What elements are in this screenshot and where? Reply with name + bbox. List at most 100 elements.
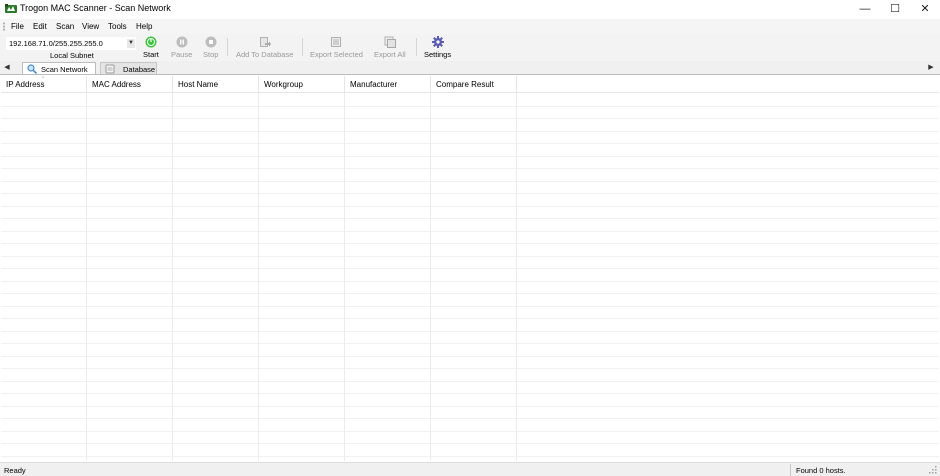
grid-line-row <box>1 168 939 169</box>
stop-label: Stop <box>203 50 219 59</box>
grid-line-row <box>1 205 939 207</box>
trogon-app-icon <box>5 4 17 14</box>
window-title: Trogon MAC Scanner - Scan Network <box>20 3 171 13</box>
export-all-button[interactable]: Export All <box>374 36 406 60</box>
export-selected-icon <box>330 36 342 48</box>
grid-line-row <box>1 318 939 319</box>
grid-line-row <box>1 255 939 257</box>
grid-line-row <box>1 230 939 232</box>
toolbar-separator <box>416 38 417 56</box>
column-host-name[interactable]: Host Name <box>173 76 259 93</box>
add-to-database-label: Add To Database <box>236 50 294 59</box>
column-workgroup[interactable]: Workgroup <box>259 76 345 93</box>
column-mac-address[interactable]: MAC Address <box>87 76 173 93</box>
menu-help[interactable]: Help <box>136 22 152 31</box>
status-separator <box>790 464 791 476</box>
tab-scroll-left-icon[interactable]: ◀ <box>2 63 12 73</box>
column-host-name-label: Host Name <box>178 80 219 89</box>
status-text: Ready <box>4 466 26 475</box>
pause-label: Pause <box>171 50 193 59</box>
export-selected-button[interactable]: Export Selected <box>310 36 363 60</box>
column-workgroup-label: Workgroup <box>264 80 303 89</box>
menu-scan[interactable]: Scan <box>56 22 74 31</box>
grid-line-row <box>1 243 939 244</box>
tab-scroll-right-icon[interactable]: ▶ <box>926 63 936 73</box>
column-manufacturer-label: Manufacturer <box>350 80 398 89</box>
add-database-icon <box>259 36 271 48</box>
grid-line-row <box>1 455 939 457</box>
grid-line-row <box>1 355 939 357</box>
column-compare-result[interactable]: Compare Result <box>431 76 517 93</box>
menu-grip-icon <box>3 22 5 31</box>
status-bar: Ready Found 0 hosts. <box>0 462 940 476</box>
grid-line-row <box>1 393 939 394</box>
resize-grip-icon[interactable] <box>928 465 938 475</box>
minimize-button[interactable]: — <box>850 0 880 17</box>
grid-line-row <box>1 418 939 419</box>
subnet-combo[interactable]: 192.168.71.0/255.255.255.0 ▼ <box>6 37 136 50</box>
grid-line-row <box>1 343 939 344</box>
stop-button[interactable]: Stop <box>203 36 218 60</box>
sort-caret-icon: ▽ <box>41 76 45 80</box>
export-selected-label: Export Selected <box>310 50 363 59</box>
stop-icon <box>205 36 217 48</box>
host-count: Found 0 hosts. <box>796 466 846 475</box>
title-bar: Trogon MAC Scanner - Scan Network — ☐ ✕ <box>0 0 940 17</box>
menu-edit[interactable]: Edit <box>33 22 47 31</box>
column-manufacturer[interactable]: Manufacturer <box>345 76 431 93</box>
menu-file[interactable]: File <box>11 22 24 31</box>
magnifier-icon <box>27 64 37 74</box>
tab-strip: ◀ Scan Network Database ▶ <box>0 61 940 75</box>
table-body <box>1 93 939 461</box>
export-all-label: Export All <box>374 50 406 59</box>
grid-line-row <box>1 330 939 332</box>
pause-button[interactable]: Pause <box>171 36 192 60</box>
results-table[interactable]: ▽ IP Address MAC Address Host Name Workg… <box>1 76 939 461</box>
column-ip-address[interactable]: ▽ IP Address <box>1 76 87 93</box>
subnet-value: 192.168.71.0/255.255.255.0 <box>9 39 103 48</box>
minimize-icon: — <box>859 2 871 15</box>
grid-line-row <box>1 118 939 119</box>
grid-line-row <box>1 405 939 407</box>
table-header: ▽ IP Address MAC Address Host Name Workg… <box>1 76 939 93</box>
grid-line-row <box>1 105 939 107</box>
maximize-icon: ☐ <box>890 3 900 15</box>
grid-line-column <box>258 93 259 461</box>
toolbar: 192.168.71.0/255.255.255.0 ▼ Local Subne… <box>0 34 940 61</box>
column-mac-address-label: MAC Address <box>92 80 141 89</box>
close-button[interactable]: ✕ <box>910 0 940 17</box>
grid-line-column <box>172 93 173 461</box>
grid-line-row <box>1 218 939 219</box>
grid-line-row <box>1 180 939 182</box>
grid-line-row <box>1 305 939 307</box>
start-button[interactable]: Start <box>143 36 159 60</box>
menu-tools[interactable]: Tools <box>108 22 127 31</box>
grid-line-column <box>86 93 87 461</box>
chevron-down-icon[interactable]: ▼ <box>127 39 135 48</box>
grid-line-row <box>1 280 939 282</box>
tab-divider <box>0 74 940 75</box>
start-icon <box>145 36 157 48</box>
settings-label: Settings <box>424 50 452 59</box>
export-all-icon <box>384 36 396 48</box>
grid-line-row <box>1 268 939 269</box>
toolbar-separator <box>227 38 228 56</box>
column-ip-address-label: IP Address <box>6 80 45 89</box>
maximize-button[interactable]: ☐ <box>880 0 910 17</box>
close-icon: ✕ <box>920 3 930 15</box>
tab-scan-network-label: Scan Network <box>41 64 88 74</box>
pause-icon <box>176 36 188 48</box>
gear-icon <box>431 36 444 48</box>
add-to-database-button[interactable]: Add To Database <box>236 36 293 60</box>
grid-line-column <box>430 93 431 461</box>
settings-button[interactable]: Settings <box>424 36 451 60</box>
grid-line-row <box>1 155 939 157</box>
menu-view[interactable]: View <box>82 22 99 31</box>
grid-line-column <box>516 93 517 461</box>
tab-database-label: Database <box>123 64 156 74</box>
grid-line-row <box>1 130 939 132</box>
grid-line-row <box>1 430 939 432</box>
grid-line-row <box>1 368 939 369</box>
column-compare-result-label: Compare Result <box>436 80 494 89</box>
database-icon <box>105 64 115 74</box>
